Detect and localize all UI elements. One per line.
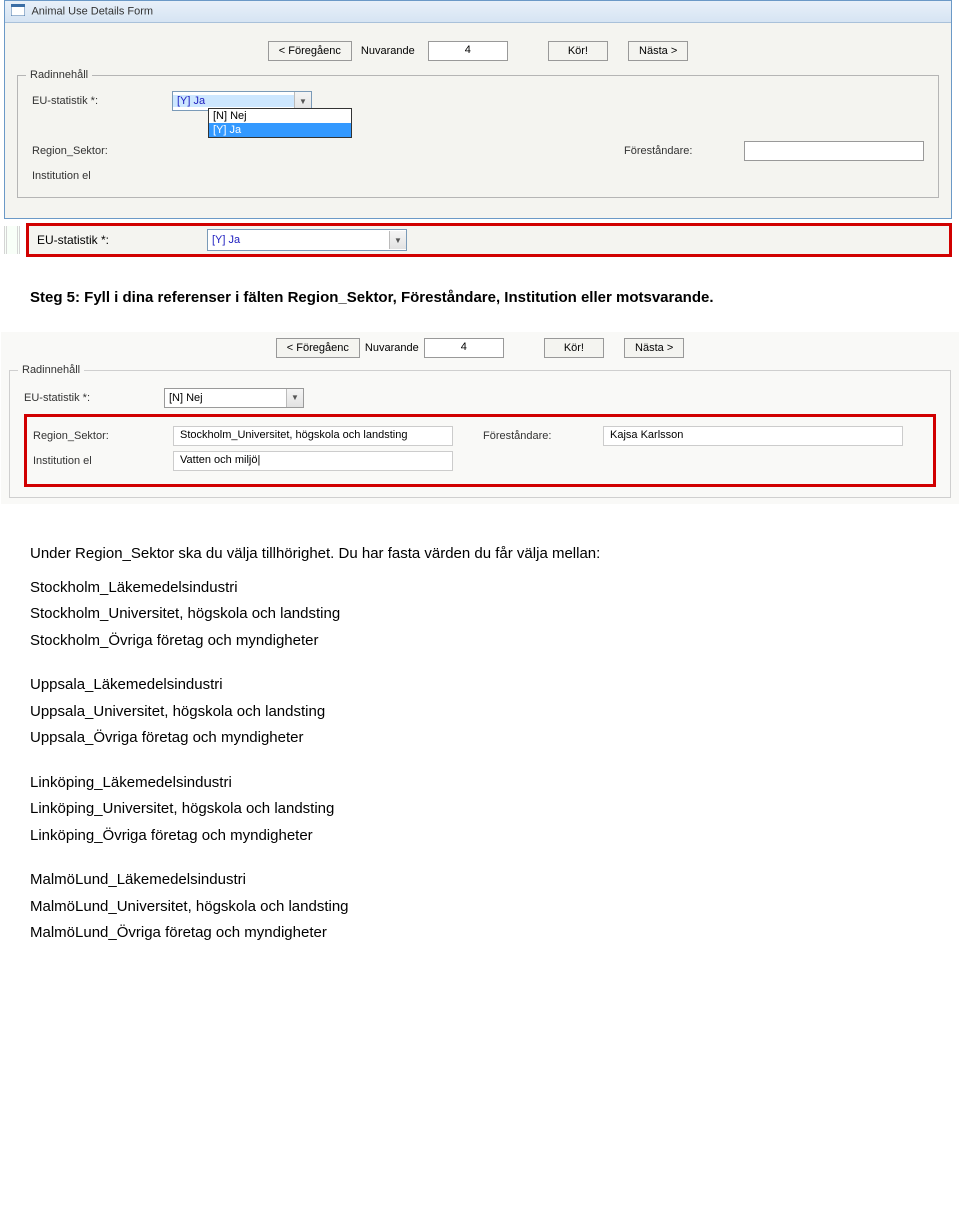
reference-fields-highlight: Region_Sektor: Stockholm_Universitet, hö… <box>24 414 936 487</box>
eu-highlight-box: EU-statistik *: [Y] Ja ▼ <box>26 223 952 257</box>
forestandare-label: Föreståndare: <box>624 145 744 157</box>
next-button-2[interactable]: Nästa > <box>624 338 684 358</box>
eu-highlight-crop: EU-statistik *: [Y] Ja ▼ <box>4 223 952 257</box>
window-icon <box>11 4 25 19</box>
run-button-2[interactable]: Kör! <box>544 338 604 358</box>
values-malmolund: MalmöLund_Läkemedelsindustri MalmöLund_U… <box>30 869 930 945</box>
current-label-2: Nuvarande <box>365 342 419 354</box>
region-sektor-label-2: Region_Sektor: <box>33 430 173 442</box>
list-item: MalmöLund_Universitet, högskola och land… <box>30 896 930 919</box>
intro-text: Under Region_Sektor ska du välja tillhör… <box>30 543 930 565</box>
list-item: MalmöLund_Övriga företag och myndigheter <box>30 922 930 945</box>
radinnehall-fieldset-1: Radinnehåll EU-statistik *: [Y] Ja ▼ [N]… <box>17 75 939 198</box>
values-uppsala: Uppsala_Läkemedelsindustri Uppsala_Unive… <box>30 674 930 750</box>
chevron-down-icon[interactable]: ▼ <box>286 389 303 407</box>
list-item: MalmöLund_Läkemedelsindustri <box>30 869 930 892</box>
region-sektor-label: Region_Sektor: <box>32 145 172 157</box>
list-item: Stockholm_Läkemedelsindustri <box>30 577 930 600</box>
window-title: Animal Use Details Form <box>31 5 153 17</box>
prev-button[interactable]: < Föregåenc <box>268 41 352 61</box>
current-value-input-2[interactable]: 4 <box>424 338 504 358</box>
document-body-2: Under Region_Sektor ska du välja tillhör… <box>0 505 960 977</box>
values-stockholm: Stockholm_Läkemedelsindustri Stockholm_U… <box>30 577 930 653</box>
values-linkoping: Linköping_Läkemedelsindustri Linköping_U… <box>30 772 930 848</box>
list-item: Uppsala_Övriga företag och myndigheter <box>30 727 930 750</box>
current-label: Nuvarande <box>361 45 415 57</box>
next-button[interactable]: Nästa > <box>628 41 688 61</box>
chevron-down-icon[interactable]: ▼ <box>389 231 406 249</box>
list-item: Linköping_Universitet, högskola och land… <box>30 798 930 821</box>
document-body: Steg 5: Fyll i dina referenser i fälten … <box>0 267 960 331</box>
forestandare-input[interactable] <box>744 141 924 161</box>
titlebar: Animal Use Details Form <box>5 1 951 23</box>
institution-label: Institution el <box>32 170 172 182</box>
list-item: Uppsala_Universitet, högskola och landst… <box>30 701 930 724</box>
forestandare-label-2: Föreståndare: <box>483 430 603 442</box>
list-item: Stockholm_Övriga företag och myndigheter <box>30 630 930 653</box>
eu-highlight-dropdown[interactable]: [Y] Ja ▼ <box>207 229 407 251</box>
eu-dropdown-list[interactable]: [N] Nej [Y] Ja <box>208 108 352 138</box>
fieldset-legend: Radinnehåll <box>26 69 92 81</box>
eu-highlight-value: [Y] Ja <box>208 234 389 246</box>
current-value-input[interactable]: 4 <box>428 41 508 61</box>
option-nej[interactable]: [N] Nej <box>209 109 351 123</box>
step5-heading: Steg 5: Fyll i dina referenser i fälten … <box>30 287 930 309</box>
list-item: Stockholm_Universitet, högskola och land… <box>30 603 930 626</box>
radinnehall-fieldset-2: Radinnehåll EU-statistik *: [N] Nej ▼ Re… <box>9 370 951 498</box>
option-ja[interactable]: [Y] Ja <box>209 123 351 137</box>
eu-value: [Y] Ja <box>173 95 294 107</box>
list-item: Linköping_Övriga företag och myndigheter <box>30 825 930 848</box>
eu-statistik-label: EU-statistik *: <box>32 95 172 107</box>
eu-statistik-label-2: EU-statistik *: <box>24 392 164 404</box>
eu-statistik-dropdown-2[interactable]: [N] Nej ▼ <box>164 388 304 408</box>
institution-input[interactable]: Vatten och miljö| <box>173 451 453 471</box>
form-panel-2: < Föregåenc Nuvarande 4 Kör! Nästa > Rad… <box>0 331 960 505</box>
region-sektor-input[interactable]: Stockholm_Universitet, högskola och land… <box>173 426 453 446</box>
nav-row: < Föregåenc Nuvarande 4 Kör! Nästa > <box>5 23 951 69</box>
list-item: Uppsala_Läkemedelsindustri <box>30 674 930 697</box>
institution-label-2: Institution el <box>33 455 173 467</box>
forestandare-input-2[interactable]: Kajsa Karlsson <box>603 426 903 446</box>
eu-highlight-label: EU-statistik *: <box>37 233 207 247</box>
run-button[interactable]: Kör! <box>548 41 608 61</box>
form-window-1: Animal Use Details Form < Föregåenc Nuva… <box>4 0 952 219</box>
eu-value-2: [N] Nej <box>165 392 286 404</box>
list-item: Linköping_Läkemedelsindustri <box>30 772 930 795</box>
prev-button-2[interactable]: < Föregåenc <box>276 338 360 358</box>
fieldset-legend-2: Radinnehåll <box>18 364 84 376</box>
crop-edge-icon <box>4 226 20 254</box>
nav-row-2: < Föregåenc Nuvarande 4 Kör! Nästa > <box>1 332 959 364</box>
